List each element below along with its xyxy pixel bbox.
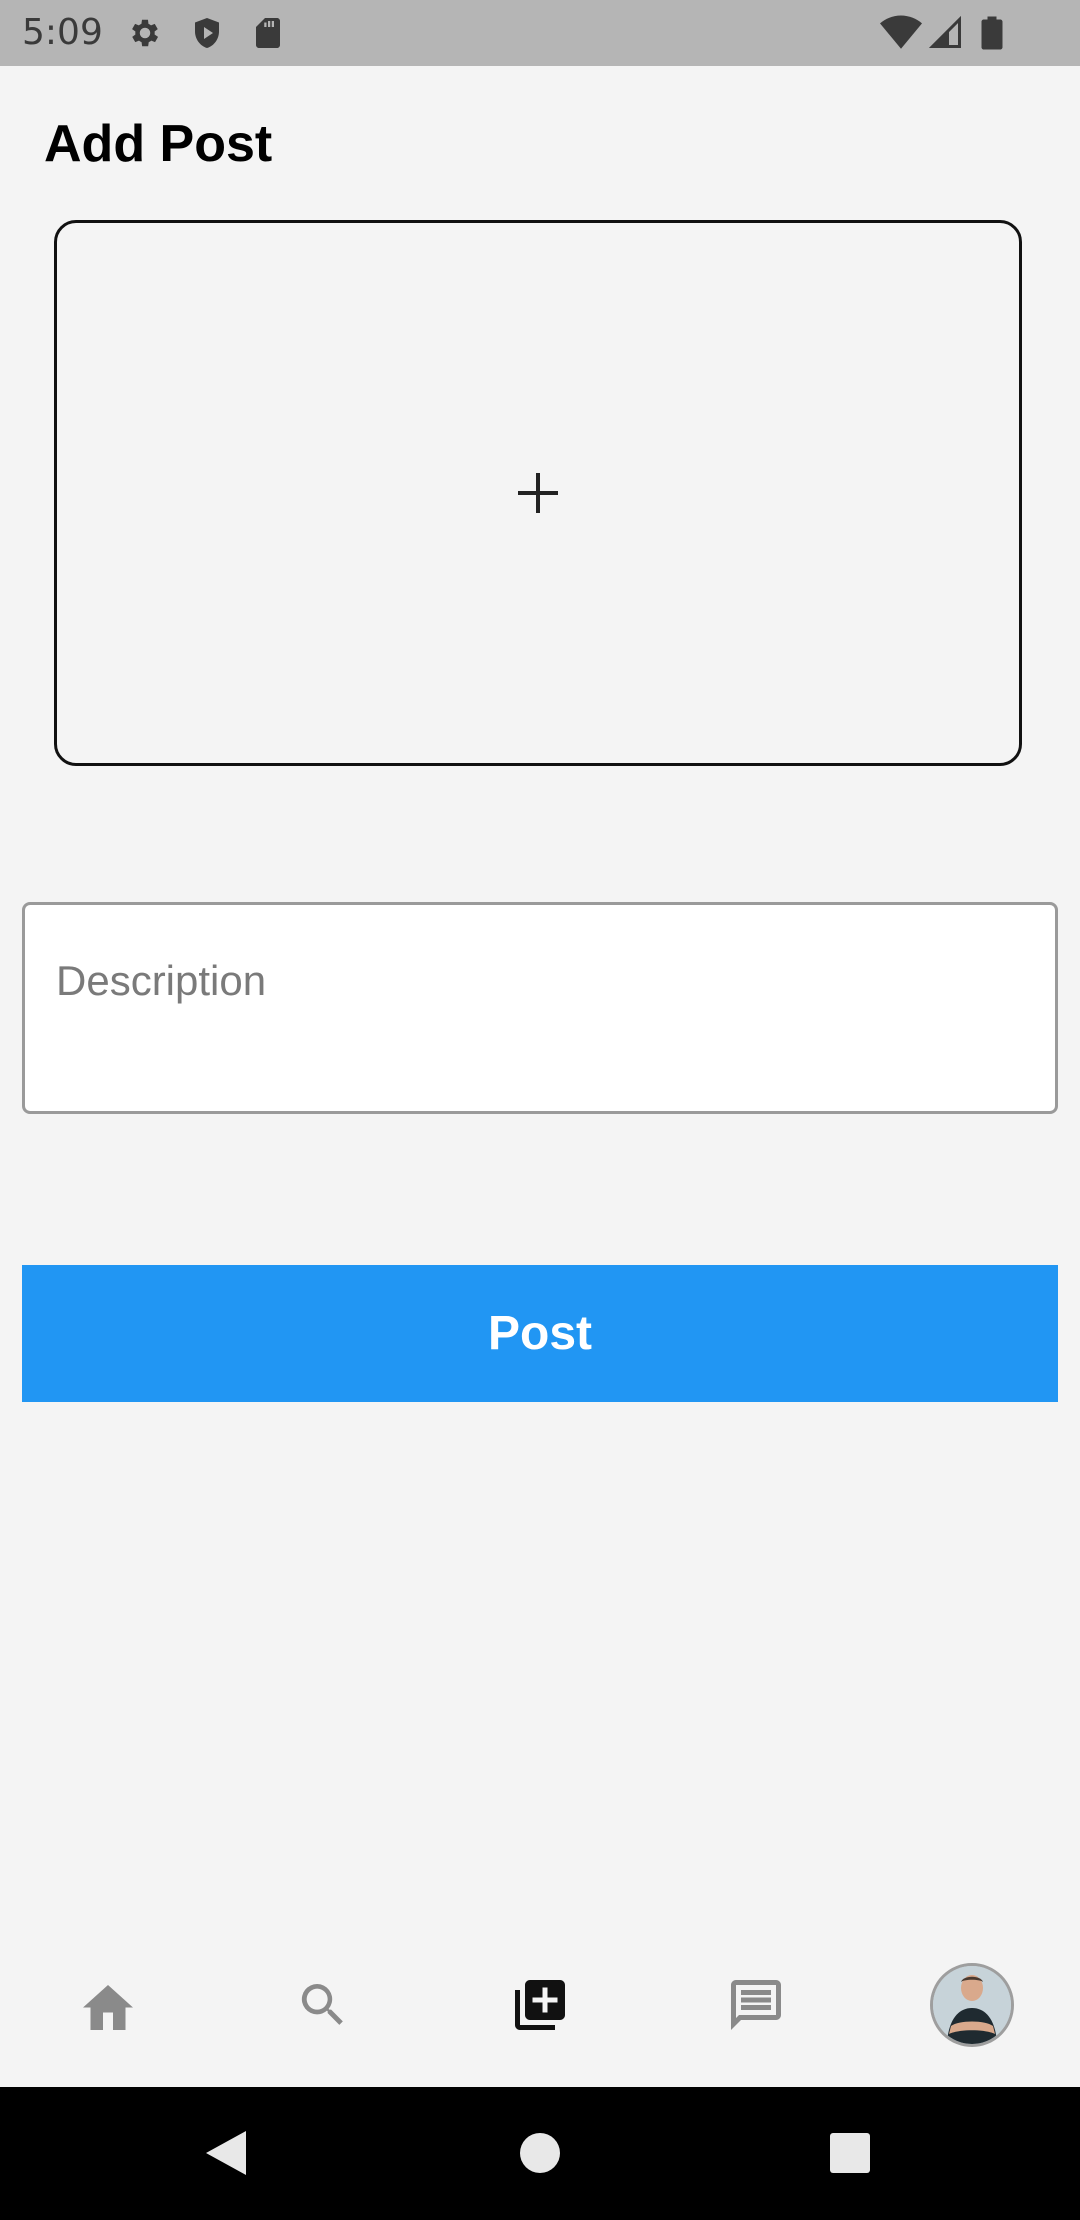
home-circle-icon[interactable] bbox=[507, 2120, 573, 2186]
nav-home[interactable] bbox=[58, 1955, 158, 2055]
message-icon bbox=[726, 1975, 786, 2035]
sd-card-icon bbox=[250, 15, 286, 51]
wifi-icon bbox=[880, 15, 922, 51]
nav-messages[interactable] bbox=[706, 1955, 806, 2055]
shield-play-icon bbox=[189, 15, 225, 51]
plus-icon bbox=[517, 472, 559, 514]
nav-add-post[interactable] bbox=[490, 1955, 590, 2055]
status-time: 5:09 bbox=[22, 12, 103, 53]
recents-icon[interactable] bbox=[817, 2120, 883, 2186]
gear-icon bbox=[127, 15, 163, 51]
add-post-icon bbox=[510, 1975, 570, 2035]
image-picker[interactable] bbox=[54, 220, 1022, 766]
system-nav-bar bbox=[0, 2087, 1080, 2220]
avatar bbox=[930, 1963, 1014, 2047]
battery-icon bbox=[978, 15, 1006, 51]
home-icon bbox=[78, 1977, 138, 2033]
nav-search[interactable] bbox=[273, 1955, 373, 2055]
nav-profile[interactable] bbox=[922, 1955, 1022, 2055]
bottom-nav bbox=[0, 1925, 1080, 2085]
post-button[interactable]: Post bbox=[22, 1265, 1058, 1402]
description-field[interactable] bbox=[22, 902, 1058, 1114]
search-icon bbox=[295, 1977, 351, 2033]
back-icon[interactable] bbox=[193, 2120, 259, 2186]
status-bar: 5:09 bbox=[0, 0, 1080, 66]
signal-icon bbox=[928, 15, 964, 51]
page-title: Add Post bbox=[44, 115, 273, 173]
